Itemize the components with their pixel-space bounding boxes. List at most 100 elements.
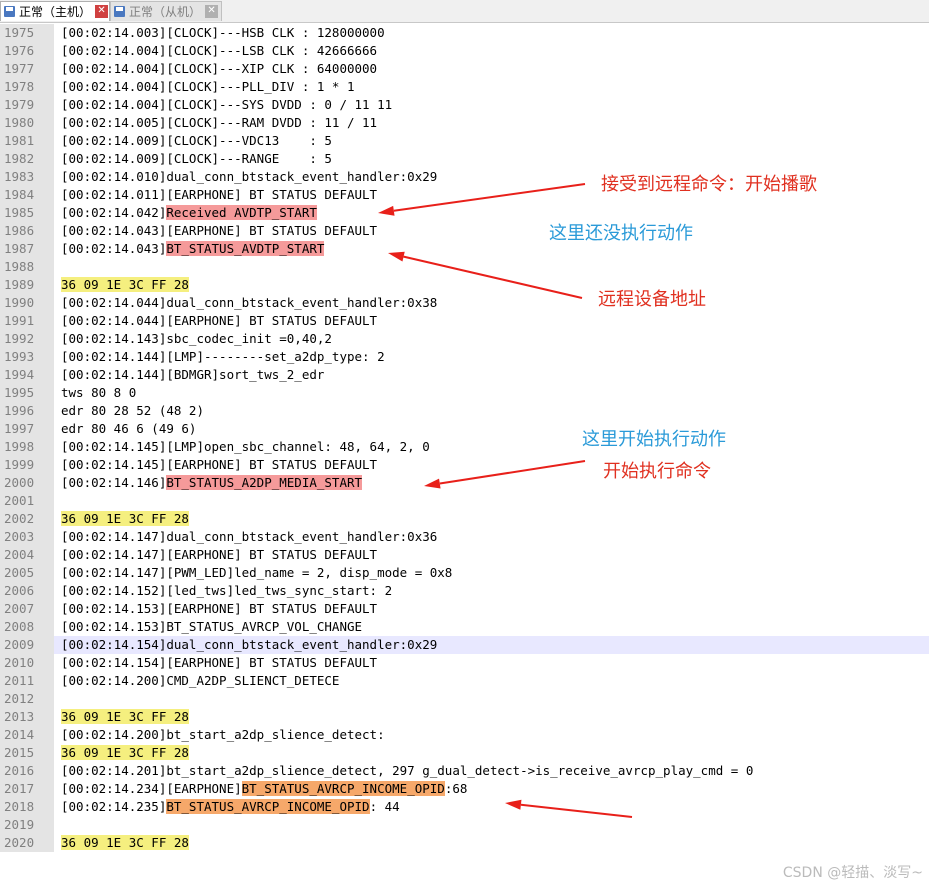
log-text: [00:02:14.043][EARPHONE] BT STATUS DEFAU… xyxy=(61,222,377,240)
log-line[interactable]: 1995 tws 80 8 0 xyxy=(0,384,929,402)
tab-master[interactable]: 正常（主机） ✕ xyxy=(0,1,110,21)
line-number: 1987 xyxy=(0,240,54,258)
line-number: 2006 xyxy=(0,582,54,600)
log-line[interactable]: 2016 [00:02:14.201]bt_start_a2dp_slience_… xyxy=(0,762,929,780)
close-icon[interactable]: ✕ xyxy=(205,5,219,18)
log-line[interactable]: 1989 36 09 1E 3C FF 28 xyxy=(0,276,929,294)
log-line[interactable]: 1986 [00:02:14.043][EARPHONE] BT STATUS D… xyxy=(0,222,929,240)
log-text-plain: [00:02:14.004][CLOCK]---LSB CLK : 426666… xyxy=(61,43,378,58)
log-line[interactable]: 1999 [00:02:14.145][EARPHONE] BT STATUS D… xyxy=(0,456,929,474)
log-line[interactable]: 1975 [00:02:14.003][CLOCK]---HSB CLK : 12… xyxy=(0,24,929,42)
log-text: [00:02:14.154][EARPHONE] BT STATUS DEFAU… xyxy=(61,654,377,672)
highlighted-text: BT_STATUS_A2DP_MEDIA_START xyxy=(166,475,363,490)
log-line[interactable]: 1981 [00:02:14.009][CLOCK]---VDC13 : 5 xyxy=(0,132,929,150)
line-number: 1979 xyxy=(0,96,54,114)
log-text: 36 09 1E 3C FF 28 xyxy=(61,276,189,294)
highlighted-text: 36 09 1E 3C FF 28 xyxy=(61,745,189,760)
close-icon[interactable]: ✕ xyxy=(95,5,109,18)
log-line[interactable]: 2010 [00:02:14.154][EARPHONE] BT STATUS D… xyxy=(0,654,929,672)
log-text-plain: [00:02:14.153][EARPHONE] BT STATUS DEFAU… xyxy=(61,601,378,616)
log-text-plain: [00:02:14.043] xyxy=(61,241,167,256)
tab-bar: 正常（主机） ✕ 正常（从机） ✕ xyxy=(0,0,929,23)
editor-text-area[interactable]: 1975 [00:02:14.003][CLOCK]---HSB CLK : 12… xyxy=(0,23,929,888)
line-number: 1977 xyxy=(0,60,54,78)
log-text: [00:02:14.147][EARPHONE] BT STATUS DEFAU… xyxy=(61,546,377,564)
log-text-plain: [00:02:14.154][EARPHONE] BT STATUS DEFAU… xyxy=(61,655,378,670)
log-text: [00:02:14.234][EARPHONE]BT_STATUS_AVRCP_… xyxy=(61,780,467,798)
log-line[interactable]: 2004 [00:02:14.147][EARPHONE] BT STATUS D… xyxy=(0,546,929,564)
log-line[interactable]: 2009 [00:02:14.154]dual_conn_btstack_even… xyxy=(0,636,929,654)
log-text: [00:02:14.146]BT_STATUS_A2DP_MEDIA_START xyxy=(61,474,363,492)
log-line[interactable]: 1978 [00:02:14.004][CLOCK]---PLL_DIV : 1 … xyxy=(0,78,929,96)
line-number: 2017 xyxy=(0,780,54,798)
log-line[interactable]: 1977 [00:02:14.004][CLOCK]---XIP CLK : 64… xyxy=(0,60,929,78)
log-line[interactable]: 1979 [00:02:14.004][CLOCK]---SYS DVDD : 0… xyxy=(0,96,929,114)
log-text-plain: [00:02:14.145][EARPHONE] BT STATUS DEFAU… xyxy=(61,457,378,472)
log-line[interactable]: 2005 [00:02:14.147][PWM_LED]led_name = 2,… xyxy=(0,564,929,582)
log-line[interactable]: 2008 [00:02:14.153]BT_STATUS_AVRCP_VOL_CH… xyxy=(0,618,929,636)
log-line[interactable]: 1982 [00:02:14.009][CLOCK]---RANGE : 5 xyxy=(0,150,929,168)
log-text: [00:02:14.145][EARPHONE] BT STATUS DEFAU… xyxy=(61,456,377,474)
log-text-plain: [00:02:14.152][led_tws]led_tws_sync_star… xyxy=(61,583,393,598)
log-line[interactable]: 1997 edr 80 46 6 (49 6) xyxy=(0,420,929,438)
line-number: 1998 xyxy=(0,438,54,456)
log-line[interactable]: 1994 [00:02:14.144][BDMGR]sort_tws_2_edr xyxy=(0,366,929,384)
log-line[interactable]: 2007 [00:02:14.153][EARPHONE] BT STATUS D… xyxy=(0,600,929,618)
line-number: 2007 xyxy=(0,600,54,618)
log-line[interactable]: 2000 [00:02:14.146]BT_STATUS_A2DP_MEDIA_S… xyxy=(0,474,929,492)
log-text: [00:02:14.004][CLOCK]---PLL_DIV : 1 * 1 xyxy=(61,78,355,96)
line-number: 2001 xyxy=(0,492,54,510)
line-number: 2016 xyxy=(0,762,54,780)
log-text: [00:02:14.005][CLOCK]---RAM DVDD : 11 / … xyxy=(61,114,377,132)
line-number: 2003 xyxy=(0,528,54,546)
note-receive-remote-command: 接受到远程命令：开始播歌 xyxy=(601,174,817,195)
log-line[interactable]: 1996 edr 80 28 52 (48 2) xyxy=(0,402,929,420)
line-number: 2000 xyxy=(0,474,54,492)
line-number: 1985 xyxy=(0,204,54,222)
log-line[interactable]: 1990 [00:02:14.044]dual_conn_btstack_even… xyxy=(0,294,929,312)
line-number: 1997 xyxy=(0,420,54,438)
log-line[interactable]: 2015 36 09 1E 3C FF 28 xyxy=(0,744,929,762)
log-text-plain: [00:02:14.044][EARPHONE] BT STATUS DEFAU… xyxy=(61,313,378,328)
log-text-plain: edr 80 28 52 (48 2) xyxy=(61,403,204,418)
highlighted-text: 36 09 1E 3C FF 28 xyxy=(61,511,189,526)
tab-slave[interactable]: 正常（从机） ✕ xyxy=(110,1,222,21)
line-number: 2010 xyxy=(0,654,54,672)
log-line[interactable]: 2012 xyxy=(0,690,929,708)
log-line[interactable]: 2017 [00:02:14.234][EARPHONE]BT_STATUS_AV… xyxy=(0,780,929,798)
log-text: 36 09 1E 3C FF 28 xyxy=(61,834,189,852)
line-number: 2002 xyxy=(0,510,54,528)
log-text-plain: [00:02:14.147][EARPHONE] BT STATUS DEFAU… xyxy=(61,547,378,562)
log-line[interactable]: 1998 [00:02:14.145][LMP]open_sbc_channel:… xyxy=(0,438,929,456)
log-text: [00:02:14.044][EARPHONE] BT STATUS DEFAU… xyxy=(61,312,377,330)
log-text-plain: [00:02:14.042] xyxy=(61,205,167,220)
log-line[interactable]: 2013 36 09 1E 3C FF 28 xyxy=(0,708,929,726)
log-line[interactable]: 2003 [00:02:14.147]dual_conn_btstack_even… xyxy=(0,528,929,546)
log-line[interactable]: 2018 [00:02:14.235]BT_STATUS_AVRCP_INCOME… xyxy=(0,798,929,816)
log-line[interactable]: 2019 xyxy=(0,816,929,834)
log-text: [00:02:14.009][CLOCK]---RANGE : 5 xyxy=(61,150,332,168)
line-number: 2005 xyxy=(0,564,54,582)
log-line[interactable]: 2011 [00:02:14.200]CMD_A2DP_SLIENCT_DETEC… xyxy=(0,672,929,690)
log-text-plain: [00:02:14.145][LMP]open_sbc_channel: 48,… xyxy=(61,439,430,454)
log-line[interactable]: 2014 [00:02:14.200]bt_start_a2dp_slience_… xyxy=(0,726,929,744)
log-line[interactable]: 1987 [00:02:14.043]BT_STATUS_AVDTP_START xyxy=(0,240,929,258)
log-text: [00:02:14.143]sbc_codec_init =0,40,2 xyxy=(61,330,332,348)
log-text: [00:02:14.004][CLOCK]---SYS DVDD : 0 / 1… xyxy=(61,96,392,114)
log-text-plain: [00:02:14.201]bt_start_a2dp_slience_dete… xyxy=(61,763,754,778)
line-number: 1999 xyxy=(0,456,54,474)
log-line[interactable]: 1985 [00:02:14.042]Received AVDTP_START xyxy=(0,204,929,222)
log-line[interactable]: 1992 [00:02:14.143]sbc_codec_init =0,40,2 xyxy=(0,330,929,348)
log-line[interactable]: 1993 [00:02:14.144][LMP]--------set_a2dp_… xyxy=(0,348,929,366)
log-line[interactable]: 1988 xyxy=(0,258,929,276)
log-line[interactable]: 2006 [00:02:14.152][led_tws]led_tws_sync_… xyxy=(0,582,929,600)
log-line[interactable]: 2020 36 09 1E 3C FF 28 xyxy=(0,834,929,852)
log-text-plain: [00:02:14.011][EARPHONE] BT STATUS DEFAU… xyxy=(61,187,378,202)
log-text-suffix: :68 xyxy=(444,781,468,796)
log-line[interactable]: 1976 [00:02:14.004][CLOCK]---LSB CLK : 42… xyxy=(0,42,929,60)
log-text-plain: [00:02:14.003][CLOCK]---HSB CLK : 128000… xyxy=(61,25,385,40)
log-line[interactable]: 2001 xyxy=(0,492,929,510)
log-line[interactable]: 2002 36 09 1E 3C FF 28 xyxy=(0,510,929,528)
log-line[interactable]: 1980 [00:02:14.005][CLOCK]---RAM DVDD : 1… xyxy=(0,114,929,132)
log-line[interactable]: 1991 [00:02:14.044][EARPHONE] BT STATUS D… xyxy=(0,312,929,330)
